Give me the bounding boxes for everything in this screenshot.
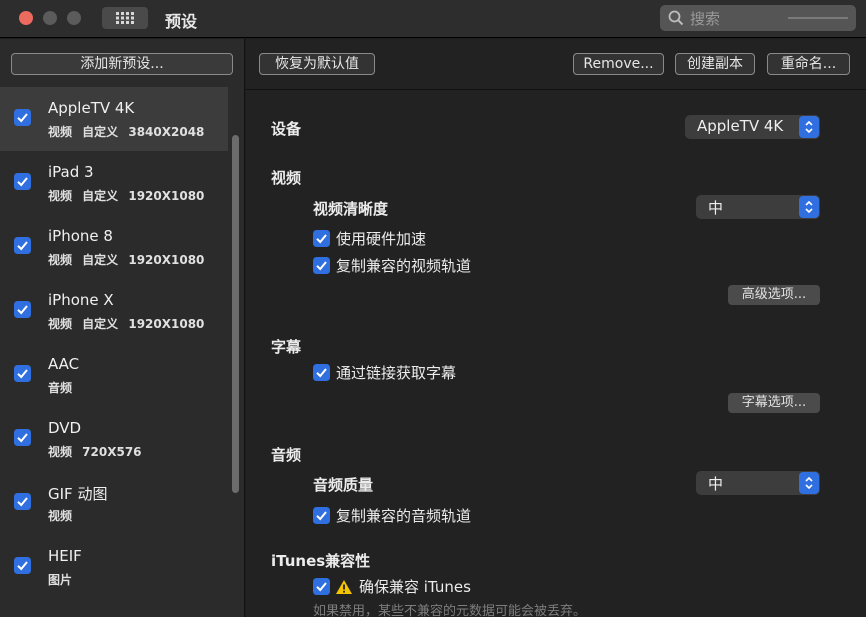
preset-name: AAC (48, 355, 80, 373)
updown-chevron-icon (799, 116, 819, 138)
checkbox-checked-icon (313, 364, 330, 381)
ensure-itunes-label: 确保兼容 iTunes (359, 578, 471, 596)
audio-quality-value: 中 (708, 475, 724, 493)
subtitle-options-button[interactable]: 字幕选项... (728, 393, 820, 413)
minimize-button[interactable] (43, 11, 57, 25)
preset-meta: 视频 720X576 (48, 445, 142, 459)
itunes-note: 如果禁用，某些不兼容的元数据可能会被丢弃。 (313, 604, 587, 617)
checkbox-checked-icon[interactable] (14, 557, 31, 574)
preset-meta: 视频 (48, 509, 73, 523)
checkbox-checked-icon[interactable] (14, 429, 31, 446)
grid-view-button[interactable] (102, 7, 148, 29)
zoom-button[interactable] (67, 11, 81, 25)
preset-list-item[interactable]: AppleTV 4K 视频 自定义 3840X2048 (0, 87, 228, 151)
title-bar: 预设 搜索 (0, 0, 866, 38)
checkbox-checked-icon[interactable] (14, 365, 31, 382)
checkbox-checked-icon[interactable] (14, 173, 31, 190)
video-quality-label: 视频清晰度 (313, 200, 389, 218)
preset-meta: 视频 自定义 1920X1080 (48, 253, 205, 267)
search-field[interactable]: 搜索 (660, 5, 856, 31)
video-quality-popup[interactable]: 中 (696, 195, 820, 219)
audio-quality-label: 音频质量 (313, 476, 374, 494)
checkbox-checked-icon (313, 257, 330, 274)
preset-sidebar: 添加新预设... AppleTV 4K 视频 自定义 3840X2048 iPad … (0, 39, 245, 617)
device-popup-value: AppleTV 4K (697, 117, 784, 135)
fetch-subtitles-label: 通过链接获取字幕 (336, 364, 457, 382)
rename-button[interactable]: 重命名... (767, 53, 850, 75)
sidebar-scrollbar[interactable] (229, 135, 241, 615)
add-preset-button[interactable]: 添加新预设... (11, 53, 233, 75)
grid-icon (116, 12, 134, 24)
window-title: 预设 (165, 12, 198, 31)
checkbox-checked-icon (313, 507, 330, 524)
checkbox-checked-icon[interactable] (14, 301, 31, 318)
preset-name: iPhone 8 (48, 227, 113, 245)
device-label: 设备 (271, 120, 302, 138)
checkbox-checked-icon[interactable] (14, 493, 31, 510)
video-quality-value: 中 (708, 199, 724, 217)
copy-audio-label: 复制兼容的音频轨道 (336, 507, 472, 525)
preset-list-item[interactable]: DVD 视频 720X576 (0, 407, 228, 471)
preset-meta: 音频 (48, 381, 73, 395)
preset-name: HEIF (48, 547, 82, 565)
search-placeholder: 搜索 (690, 10, 721, 28)
advanced-options-button[interactable]: 高级选项... (728, 285, 820, 305)
preset-name: GIF 动图 (48, 485, 108, 503)
audio-quality-popup[interactable]: 中 (696, 471, 820, 495)
hw-accel-checkbox[interactable]: 使用硬件加速 (313, 228, 426, 249)
warning-icon (336, 579, 352, 594)
preset-name: iPhone X (48, 291, 114, 309)
updown-chevron-icon (799, 196, 819, 218)
copy-video-label: 复制兼容的视频轨道 (336, 257, 472, 275)
copy-video-checkbox[interactable]: 复制兼容的视频轨道 (313, 255, 471, 276)
preset-list-item[interactable]: iPad 3 视频 自定义 1920X1080 (0, 151, 228, 215)
close-button[interactable] (19, 11, 33, 25)
preset-name: DVD (48, 419, 82, 437)
restore-defaults-button[interactable]: 恢复为默认值 (259, 53, 375, 75)
preset-list: AppleTV 4K 视频 自定义 3840X2048 iPad 3 视频 自定义 1… (0, 87, 228, 617)
preset-list-item[interactable]: iPhone 8 视频 自定义 1920X1080 (0, 215, 228, 279)
ensure-itunes-checkbox[interactable]: 确保兼容 iTunes (313, 576, 471, 597)
preset-meta: 视频 自定义 1920X1080 (48, 189, 205, 203)
preset-settings-panel: 恢复为默认值 Remove... 创建副本 重命名... 设备 AppleTV … (246, 39, 866, 617)
preset-list-item[interactable]: AAC 音频 (0, 343, 228, 407)
checkbox-checked-icon[interactable] (14, 109, 31, 126)
preset-name: iPad 3 (48, 163, 94, 181)
device-popup[interactable]: AppleTV 4K (685, 115, 820, 139)
video-section-title: 视频 (271, 169, 302, 187)
subtitles-section-title: 字幕 (271, 338, 302, 356)
preset-meta: 视频 自定义 3840X2048 (48, 125, 205, 139)
preset-list-item[interactable]: HEIF 图片 (0, 535, 228, 599)
hw-accel-label: 使用硬件加速 (336, 230, 427, 248)
search-cursor-line (788, 17, 848, 19)
preset-name: AppleTV 4K (48, 99, 135, 117)
duplicate-button[interactable]: 创建副本 (675, 53, 755, 75)
preset-list-item[interactable]: iPhone X 视频 自定义 1920X1080 (0, 279, 228, 343)
checkbox-checked-icon[interactable] (14, 237, 31, 254)
preset-meta: 视频 自定义 1920X1080 (48, 317, 205, 331)
updown-chevron-icon (799, 472, 819, 494)
preset-meta: 图片 (48, 573, 73, 587)
fetch-subtitles-checkbox[interactable]: 通过链接获取字幕 (313, 362, 456, 383)
checkbox-checked-icon (313, 578, 330, 595)
sidebar-scroll-thumb[interactable] (232, 135, 239, 493)
remove-button[interactable]: Remove... (573, 53, 664, 75)
itunes-section-title: iTunes兼容性 (271, 552, 371, 570)
search-icon (668, 10, 684, 26)
toolbar-divider (246, 89, 866, 90)
audio-section-title: 音频 (271, 446, 302, 464)
checkbox-checked-icon (313, 230, 330, 247)
preset-list-item[interactable]: GIF 动图视频 (0, 471, 228, 535)
copy-audio-checkbox[interactable]: 复制兼容的音频轨道 (313, 505, 471, 526)
